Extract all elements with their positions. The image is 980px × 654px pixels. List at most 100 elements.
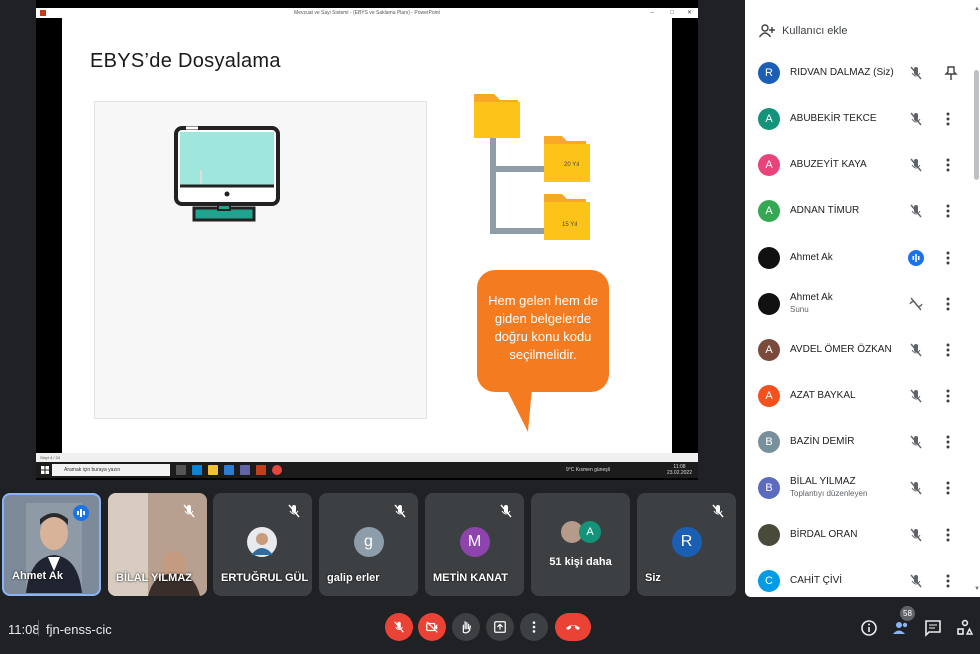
participant-name: Ahmet Ak: [790, 292, 833, 303]
participant-row[interactable]: A ADNAN TİMUR: [745, 193, 977, 239]
more-options-button[interactable]: [520, 613, 548, 641]
participant-more-icon[interactable]: [943, 296, 953, 312]
participant-row[interactable]: Ahmet Ak Sunu: [745, 286, 977, 332]
mic-off-icon: [908, 111, 924, 127]
slide: EBYS’de Dosyalama 20 Yıl 15 Yıl Hem gele…: [62, 18, 672, 453]
more-participants-tile[interactable]: A 51 kişi daha: [531, 493, 630, 596]
participant-more-icon[interactable]: [943, 342, 953, 358]
participant-more-icon[interactable]: [943, 573, 953, 589]
teams-icon[interactable]: [240, 465, 250, 475]
edge-icon[interactable]: [192, 465, 202, 475]
avatar: A: [758, 108, 780, 130]
participant-row[interactable]: A ABUZEYİT KAYA: [745, 147, 977, 193]
avatar: C: [758, 570, 780, 592]
mic-off-icon: [908, 527, 924, 543]
participant-count-badge: 58: [900, 606, 915, 621]
tile-name: ERTUĞRUL GÜL: [221, 572, 309, 584]
participant-more-icon[interactable]: [943, 388, 953, 404]
participant-more-icon[interactable]: [943, 157, 953, 173]
avatar: [758, 293, 780, 315]
pin-icon[interactable]: [943, 65, 958, 81]
mic-off-icon: [908, 434, 924, 450]
more-participants-label: 51 kişi daha: [549, 556, 612, 568]
ertugrul-avatar: [247, 527, 277, 557]
present-icon: [494, 621, 506, 633]
avatar: g: [353, 527, 384, 557]
speech-bubble-tail: [506, 388, 532, 432]
participant-row[interactable]: A ABUBEKİR TEKCE: [745, 101, 977, 147]
present-screen-button[interactable]: [486, 613, 514, 641]
participant-more-icon[interactable]: [943, 111, 953, 127]
scroll-up-arrow[interactable]: ▲: [974, 6, 980, 12]
close-button[interactable]: ✕: [687, 8, 692, 18]
raise-hand-button[interactable]: [452, 613, 480, 641]
meeting-info-icon[interactable]: [860, 619, 878, 637]
participant-tile-self[interactable]: R Siz: [637, 493, 736, 596]
avatar: A: [758, 339, 780, 361]
speech-bubble: Hem gelen hem de giden belgelerde doğru …: [477, 270, 609, 392]
toggle-camera-button[interactable]: [418, 613, 446, 641]
participant-more-icon[interactable]: [943, 203, 953, 219]
avatar: A: [758, 200, 780, 222]
participant-more-icon[interactable]: [943, 434, 953, 450]
task-view-icon[interactable]: [176, 465, 186, 475]
participant-more-icon[interactable]: [943, 250, 953, 266]
file-explorer-icon[interactable]: [208, 465, 218, 475]
person-add-icon: [758, 24, 775, 38]
participant-row[interactable]: C CAHİT ÇİVİ: [745, 563, 977, 597]
participant-row[interactable]: B BAZİN DEMİR: [745, 424, 977, 470]
chrome-icon[interactable]: [272, 465, 282, 475]
participant-role: Sunu: [790, 305, 809, 314]
mic-off-icon: [288, 504, 300, 518]
weather-widget[interactable]: 9°C Kısmen güneşli: [566, 467, 610, 473]
participant-more-icon[interactable]: [943, 480, 953, 496]
participant-row[interactable]: B BİLAL YILMAZ Toplantıyı düzenleyen: [745, 470, 977, 516]
participant-tile-ertugrul-gul[interactable]: ERTUĞRUL GÜL: [213, 493, 312, 596]
toggle-mic-button[interactable]: [385, 613, 413, 641]
minimize-button[interactable]: –: [651, 8, 654, 18]
bubble-line: giden belgelerde: [494, 311, 592, 326]
participants-panel: Kullanıcı ekle ▲ ▼ R RIDVAN DALMAZ (Siz) A…: [745, 0, 980, 597]
avatar: B: [758, 477, 780, 499]
windows-start-icon[interactable]: [41, 466, 49, 474]
participant-tile-metin-kanat[interactable]: M METİN KANAT: [425, 493, 524, 596]
tile-name: BİLAL YILMAZ: [116, 572, 192, 584]
add-user-button[interactable]: Kullanıcı ekle: [758, 24, 848, 38]
participant-row[interactable]: BİRDAL ORAN: [745, 517, 977, 563]
word-icon[interactable]: [224, 465, 234, 475]
participant-more-icon[interactable]: [943, 527, 953, 543]
maximize-button[interactable]: □: [670, 8, 674, 18]
presentation-stage: Mevzuat ve Sayi Sistemi - (EBYS ve Sakla…: [36, 0, 698, 480]
participant-row[interactable]: A AVDEL ÖMER ÖZKAN: [745, 332, 977, 378]
speaking-indicator-icon: [73, 505, 89, 521]
participant-name: ABUBEKİR TEKCE: [790, 113, 877, 124]
people-icon[interactable]: [892, 619, 910, 637]
presentation-audio-off-icon: [908, 296, 924, 312]
chat-icon[interactable]: [924, 619, 942, 637]
participant-tile-bilal-yilmaz[interactable]: BİLAL YILMAZ: [108, 493, 207, 596]
system-clock[interactable]: 11:08 23.02.2022: [667, 464, 692, 476]
participant-row[interactable]: A AZAT BAYKAL: [745, 378, 977, 424]
participant-name: ABUZEYİT KAYA: [790, 159, 867, 170]
powerpoint-statusbar: Slayt 4 / 24: [36, 453, 698, 462]
bubble-line: Hem gelen hem de: [488, 293, 598, 308]
avatar: [758, 524, 780, 546]
participant-row[interactable]: R RIDVAN DALMAZ (Siz): [745, 55, 977, 101]
participant-tile-ahmet-ak[interactable]: Ahmet Ak: [2, 493, 101, 596]
mic-off-icon: [908, 480, 924, 496]
mic-off-icon: [908, 157, 924, 173]
tile-name: galip erler: [327, 572, 380, 584]
mic-off-icon: [712, 504, 724, 518]
mic-off-icon: [908, 342, 924, 358]
powerpoint-taskbar-icon[interactable]: [256, 465, 266, 475]
meeting-code: fjn-enss-cic: [46, 622, 112, 637]
participant-role: Toplantıyı düzenleyen: [790, 489, 868, 498]
participant-row[interactable]: Ahmet Ak: [745, 240, 977, 286]
activities-icon[interactable]: [956, 619, 974, 637]
windows-search-box[interactable]: Aramak için buraya yazın: [52, 464, 170, 476]
windows-taskbar: Aramak için buraya yazın 9°C Kısmen güne…: [36, 462, 698, 478]
leave-call-button[interactable]: [555, 613, 591, 641]
participant-tile-galip-erler[interactable]: g galip erler: [319, 493, 418, 596]
slide-title: EBYS’de Dosyalama: [90, 50, 281, 72]
participant-name: RIDVAN DALMAZ (Siz): [790, 67, 894, 78]
